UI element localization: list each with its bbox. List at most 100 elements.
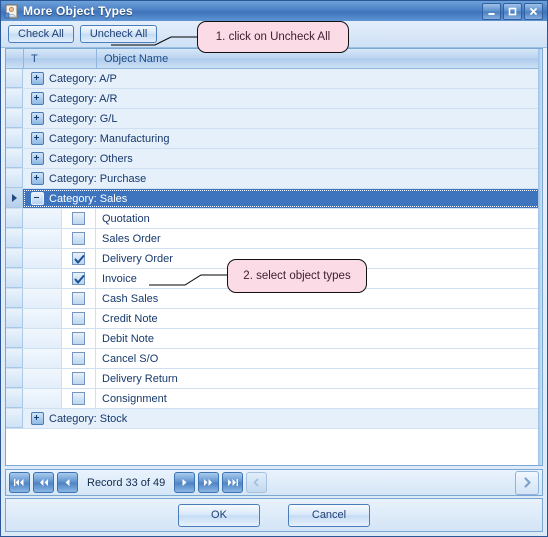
title-bar: More Object Types — [1, 1, 547, 21]
cancel-button[interactable]: Cancel — [288, 503, 370, 527]
close-icon[interactable] — [524, 2, 543, 20]
checkbox-cell[interactable] — [62, 329, 96, 348]
expand-toggle-icon[interactable] — [31, 412, 44, 425]
maximize-icon[interactable] — [503, 2, 522, 20]
object-type-row[interactable]: Credit Note — [6, 309, 542, 329]
minimize-icon[interactable] — [482, 2, 501, 20]
record-navigator: Record 33 of 49 — [5, 469, 543, 496]
row-indicator-cell[interactable] — [6, 129, 23, 148]
category-row[interactable]: Category: Sales — [6, 189, 542, 209]
checkbox-cell[interactable] — [62, 209, 96, 228]
checkbox-cell[interactable] — [62, 269, 96, 288]
row-indicator-cell[interactable] — [6, 149, 23, 168]
category-row[interactable]: Category: Purchase — [6, 169, 542, 189]
row-indicator-cell[interactable] — [6, 169, 23, 188]
expand-toggle-icon[interactable] — [31, 112, 44, 125]
category-label: Category: Stock — [49, 412, 128, 425]
object-type-row[interactable]: Debit Note — [6, 329, 542, 349]
expand-toggle-icon[interactable] — [31, 172, 44, 185]
column-header-t[interactable]: T — [24, 49, 97, 68]
object-name-cell: Credit Note — [102, 312, 158, 325]
grid-vertical-scrollbar[interactable] — [538, 49, 542, 465]
checkbox-unchecked-icon[interactable] — [72, 232, 85, 245]
object-type-row[interactable]: Sales Order — [6, 229, 542, 249]
uncheck-all-button[interactable]: Uncheck All — [79, 25, 158, 43]
row-indent-cell — [23, 369, 62, 388]
category-label: Category: Sales — [49, 192, 128, 205]
row-indent-cell — [23, 249, 62, 268]
category-row[interactable]: Category: A/P — [6, 69, 542, 89]
object-type-row[interactable]: Delivery Return — [6, 369, 542, 389]
row-indent-cell — [23, 269, 62, 288]
window-controls — [482, 2, 545, 20]
checkbox-cell[interactable] — [62, 389, 96, 408]
category-cell: Category: G/L — [23, 109, 542, 128]
row-indent-cell — [23, 389, 62, 408]
category-label: Category: Purchase — [49, 172, 147, 185]
more-object-types-dialog: More Object Types Check All Uncheck All … — [0, 0, 548, 537]
checkbox-unchecked-icon[interactable] — [72, 352, 85, 365]
row-indicator-cell[interactable] — [6, 289, 23, 308]
row-indent-cell — [23, 349, 62, 368]
row-indicator-cell[interactable] — [6, 249, 23, 268]
checkbox-unchecked-icon[interactable] — [72, 392, 85, 405]
row-indicator-cell[interactable] — [6, 389, 23, 408]
category-row[interactable]: Category: A/R — [6, 89, 542, 109]
expand-toggle-icon[interactable] — [31, 132, 44, 145]
window-title: More Object Types — [23, 4, 133, 18]
row-indicator-cell[interactable] — [6, 309, 23, 328]
current-row-arrow-icon — [11, 194, 17, 202]
last-record-button[interactable] — [222, 472, 244, 493]
check-all-button[interactable]: Check All — [8, 25, 74, 43]
object-type-row[interactable]: Quotation — [6, 209, 542, 229]
checkbox-cell[interactable] — [62, 349, 96, 368]
category-label: Category: G/L — [49, 112, 118, 125]
category-row[interactable]: Category: Others — [6, 149, 542, 169]
prev-record-button[interactable] — [57, 472, 78, 493]
checkbox-checked-icon[interactable] — [72, 272, 85, 285]
prev-page-button[interactable] — [33, 472, 54, 493]
document-person-icon — [4, 4, 19, 19]
checkbox-unchecked-icon[interactable] — [72, 372, 85, 385]
row-indent-cell — [23, 309, 62, 328]
object-type-row[interactable]: Consignment — [6, 389, 542, 409]
row-indicator-cell[interactable] — [6, 369, 23, 388]
checkbox-cell[interactable] — [62, 369, 96, 388]
expand-toggle-icon[interactable] — [31, 72, 44, 85]
row-indent-cell — [23, 289, 62, 308]
row-indicator-cell[interactable] — [6, 209, 23, 228]
category-row[interactable]: Category: Manufacturing — [6, 129, 542, 149]
checkbox-unchecked-icon[interactable] — [72, 212, 85, 225]
row-indicator-cell[interactable] — [6, 109, 23, 128]
checkbox-cell[interactable] — [62, 229, 96, 248]
row-indicator-cell[interactable] — [6, 349, 23, 368]
collapse-toggle-icon[interactable] — [31, 192, 44, 205]
row-indicator-cell[interactable] — [6, 189, 23, 208]
row-indicator-cell[interactable] — [6, 69, 23, 88]
row-indicator-cell[interactable] — [6, 229, 23, 248]
row-indicator-cell[interactable] — [6, 329, 23, 348]
checkbox-unchecked-icon[interactable] — [72, 332, 85, 345]
collapse-button[interactable] — [246, 472, 268, 493]
row-indent-cell — [23, 229, 62, 248]
checkbox-cell[interactable] — [62, 289, 96, 308]
row-indicator-cell[interactable] — [6, 409, 23, 428]
next-record-button[interactable] — [174, 472, 196, 493]
row-indicator-cell[interactable] — [6, 269, 23, 288]
category-row[interactable]: Category: G/L — [6, 109, 542, 129]
checkbox-unchecked-icon[interactable] — [72, 312, 85, 325]
first-record-button[interactable] — [9, 472, 30, 493]
row-indicator-cell[interactable] — [6, 89, 23, 108]
expand-toggle-icon[interactable] — [31, 92, 44, 105]
category-row[interactable]: Category: Stock — [6, 409, 542, 429]
checkbox-cell[interactable] — [62, 309, 96, 328]
object-type-row[interactable]: Cancel S/O — [6, 349, 542, 369]
expand-button[interactable] — [515, 470, 539, 495]
ok-button[interactable]: OK — [178, 503, 260, 527]
checkbox-cell[interactable] — [62, 249, 96, 268]
callout-step-1: 1. click on Uncheck All — [197, 21, 349, 53]
checkbox-checked-icon[interactable] — [72, 252, 85, 265]
expand-toggle-icon[interactable] — [31, 152, 44, 165]
next-page-button[interactable] — [198, 472, 220, 493]
checkbox-unchecked-icon[interactable] — [72, 292, 85, 305]
